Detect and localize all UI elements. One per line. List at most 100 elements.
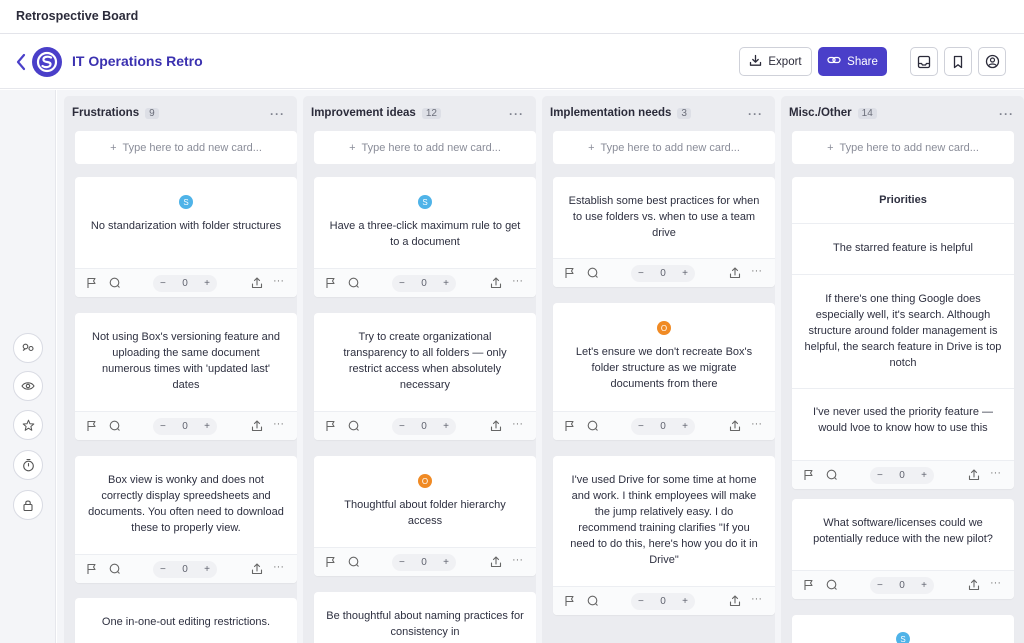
vote-down-button[interactable]: − [160,278,166,289]
vote-up-button[interactable]: + [682,421,688,432]
more-icon[interactable]: ··· [509,107,524,121]
card[interactable]: Try to create organizational transparenc… [314,313,536,440]
group-icon[interactable] [13,333,43,363]
star-icon[interactable] [13,410,43,440]
upload-icon[interactable] [967,468,981,482]
upload-icon[interactable] [728,419,742,433]
more-icon[interactable]: ··· [512,554,526,568]
upload-icon[interactable] [728,266,742,280]
more-icon[interactable]: ··· [273,418,287,432]
comment-icon[interactable] [108,419,122,433]
vote-down-button[interactable]: − [399,557,405,568]
add-card-input[interactable]: + Type here to add new card... [75,131,297,164]
user-circle-icon[interactable] [978,47,1006,76]
inbox-icon[interactable] [910,47,938,76]
card[interactable]: S No standarization with folder structur… [75,177,297,297]
upload-icon[interactable] [250,276,264,290]
more-icon[interactable]: ··· [273,275,287,289]
comment-icon[interactable] [586,266,600,280]
upload-icon[interactable] [489,555,503,569]
flag-icon[interactable] [324,419,338,433]
comment-icon[interactable] [825,468,839,482]
more-icon[interactable]: ··· [512,418,526,432]
flag-icon[interactable] [802,578,816,592]
card[interactable]: What software/licenses could we potentia… [792,499,1014,599]
card[interactable]: Be thoughtful about naming practices for… [314,592,536,643]
comment-icon[interactable] [825,578,839,592]
upload-icon[interactable] [250,419,264,433]
comment-icon[interactable] [347,555,361,569]
card[interactable]: S [792,615,1014,643]
more-icon[interactable]: ··· [751,418,765,432]
more-icon[interactable]: ··· [748,107,763,121]
card[interactable]: Box view is wonky and does not correctly… [75,456,297,583]
more-icon[interactable]: ··· [990,577,1004,591]
share-button[interactable]: Share [818,47,887,76]
comment-icon[interactable] [347,276,361,290]
more-icon[interactable]: ··· [273,561,287,575]
upload-icon[interactable] [489,276,503,290]
flag-icon[interactable] [324,555,338,569]
more-icon[interactable]: ··· [751,265,765,279]
timer-icon[interactable] [13,450,43,480]
vote-up-button[interactable]: + [921,470,927,481]
flag-icon[interactable] [563,594,577,608]
add-card-input[interactable]: + Type here to add new card... [314,131,536,164]
vote-up-button[interactable]: + [204,564,210,575]
more-icon[interactable]: ··· [270,107,285,121]
bookmark-icon[interactable] [944,47,972,76]
card[interactable]: One in-one-out editing restrictions. [75,598,297,643]
flag-icon[interactable] [563,419,577,433]
flag-icon[interactable] [85,562,99,576]
vote-down-button[interactable]: − [877,470,883,481]
flag-icon[interactable] [85,419,99,433]
vote-down-button[interactable]: − [638,421,644,432]
card[interactable]: S Have a three-click maximum rule to get… [314,177,536,297]
add-card-input[interactable]: + Type here to add new card... [792,131,1014,164]
comment-icon[interactable] [586,419,600,433]
flag-icon[interactable] [802,468,816,482]
comment-icon[interactable] [586,594,600,608]
add-card-input[interactable]: + Type here to add new card... [553,131,775,164]
vote-down-button[interactable]: − [399,278,405,289]
vote-up-button[interactable]: + [204,278,210,289]
vote-down-button[interactable]: − [160,564,166,575]
vote-count: 0 [660,268,666,279]
more-icon[interactable]: ··· [751,593,765,607]
upload-icon[interactable] [728,594,742,608]
comment-icon[interactable] [347,419,361,433]
more-icon[interactable]: ··· [999,107,1014,121]
card[interactable]: O Let's ensure we don't recreate Box's f… [553,303,775,440]
upload-icon[interactable] [967,578,981,592]
vote-up-button[interactable]: + [443,421,449,432]
card[interactable]: Not using Box's versioning feature and u… [75,313,297,440]
vote-up-button[interactable]: + [682,268,688,279]
upload-icon[interactable] [489,419,503,433]
comment-icon[interactable] [108,562,122,576]
vote-down-button[interactable]: − [877,580,883,591]
vote-down-button[interactable]: − [160,421,166,432]
card[interactable]: Establish some best practices for when t… [553,177,775,287]
card-group[interactable]: Priorities The starred feature is helpfu… [792,177,1014,489]
vote-down-button[interactable]: − [399,421,405,432]
vote-up-button[interactable]: + [921,580,927,591]
upload-icon[interactable] [250,562,264,576]
comment-icon[interactable] [108,276,122,290]
more-icon[interactable]: ··· [512,275,526,289]
vote-up-button[interactable]: + [204,421,210,432]
flag-icon[interactable] [563,266,577,280]
vote-up-button[interactable]: + [682,596,688,607]
vote-down-button[interactable]: − [638,268,644,279]
lock-icon[interactable] [13,490,43,520]
card[interactable]: I've used Drive for some time at home an… [553,456,775,615]
export-button[interactable]: Export [739,47,812,76]
flag-icon[interactable] [324,276,338,290]
vote-down-button[interactable]: − [638,596,644,607]
vote-up-button[interactable]: + [443,278,449,289]
more-icon[interactable]: ··· [990,467,1004,481]
card[interactable]: O Thoughtful about folder hierarchy acce… [314,456,536,576]
vote-up-button[interactable]: + [443,557,449,568]
chevron-left-icon[interactable] [14,51,28,73]
eye-icon[interactable] [13,371,43,401]
flag-icon[interactable] [85,276,99,290]
